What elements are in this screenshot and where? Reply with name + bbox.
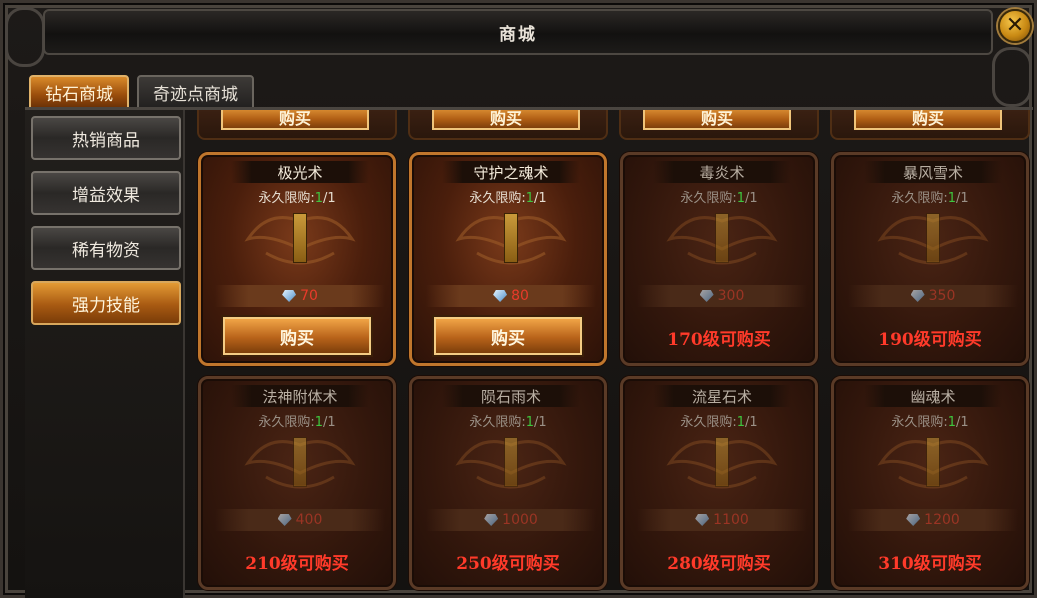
- skill-scroll-icon: [926, 437, 940, 487]
- diamond-icon: [484, 514, 499, 526]
- item-card: 法神附体术 永久限购:1/1 400 210级可购买: [198, 376, 396, 590]
- skill-scroll-icon: [715, 213, 729, 263]
- prev-row-card: 购买: [830, 110, 1030, 140]
- level-requirement: 170级可购买: [667, 330, 771, 350]
- level-requirement: 210级可购买: [245, 554, 349, 574]
- tab-diamond-shop[interactable]: 钻石商城: [29, 75, 129, 109]
- item-card: 幽魂术 永久限购:1/1 1200 310级可购买: [831, 376, 1029, 590]
- tab-bar: 钻石商城 奇迹点商城: [29, 75, 254, 109]
- diamond-icon: [695, 514, 710, 526]
- level-requirement: 190级可购买: [878, 330, 982, 350]
- sidebar-item-skills[interactable]: 强力技能: [31, 281, 181, 325]
- skill-scroll-icon: [293, 213, 307, 263]
- corner-ornament: [5, 7, 45, 67]
- prev-row-card: 购买: [619, 110, 819, 140]
- price-value: 80: [511, 288, 529, 304]
- sidebar-item-hot[interactable]: 热销商品: [31, 116, 181, 160]
- skill-scroll-icon: [715, 437, 729, 487]
- diamond-icon: [906, 514, 921, 526]
- buy-button[interactable]: 购买: [854, 110, 1002, 130]
- diamond-icon: [282, 290, 297, 302]
- buy-button[interactable]: 购买: [221, 110, 369, 130]
- item-name: 极光术: [231, 161, 369, 183]
- item-grid: 购买 购买 购买 购买 极光术 永久限购:1/1 70 购买 守护之魂术 永久限…: [189, 110, 1034, 598]
- prev-row-card: 购买: [408, 110, 608, 140]
- corner-ornament: [992, 47, 1032, 107]
- diamond-icon: [277, 514, 292, 526]
- price-bar: 1000: [426, 509, 596, 531]
- diamond-icon: [699, 290, 714, 302]
- window-title: 商城: [499, 24, 537, 45]
- close-icon: ✕: [1005, 13, 1025, 38]
- item-name: 守护之魂术: [442, 161, 580, 183]
- skill-scroll-icon: [926, 213, 940, 263]
- item-name: 流星石术: [653, 385, 791, 407]
- item-card: 暴风雪术 永久限购:1/1 350 190级可购买: [831, 152, 1029, 366]
- skill-scroll-icon: [293, 437, 307, 487]
- price-bar: 1200: [848, 509, 1018, 531]
- price-bar: 1100: [637, 509, 807, 531]
- buy-button[interactable]: 购买: [643, 110, 791, 130]
- skill-scroll-icon: [504, 437, 518, 487]
- sidebar-item-buffs[interactable]: 增益效果: [31, 171, 181, 215]
- price-value: 350: [928, 288, 956, 304]
- item-name: 暴风雪术: [864, 161, 1002, 183]
- shop-window: 商城 ✕ 钻石商城 奇迹点商城 热销商品 增益效果 稀有物资 强力技能 购买 购…: [0, 0, 1037, 598]
- prev-row-card: 购买: [197, 110, 397, 140]
- item-name: 幽魂术: [864, 385, 1002, 407]
- price-bar: 350: [848, 285, 1018, 307]
- item-name: 陨石雨术: [442, 385, 580, 407]
- price-value: 300: [717, 288, 745, 304]
- price-value: 70: [300, 288, 318, 304]
- buy-button[interactable]: 购买: [432, 110, 580, 130]
- close-button[interactable]: ✕: [998, 9, 1032, 43]
- price-value: 1000: [502, 512, 538, 528]
- item-card: 流星石术 永久限购:1/1 1100 280级可购买: [620, 376, 818, 590]
- price-bar: 80: [426, 285, 596, 307]
- sidebar-item-rare[interactable]: 稀有物资: [31, 226, 181, 270]
- tab-miracle-points-shop[interactable]: 奇迹点商城: [137, 75, 254, 109]
- item-card: 守护之魂术 永久限购:1/1 80 购买: [409, 152, 607, 366]
- price-value: 400: [295, 512, 323, 528]
- item-card: 毒炎术 永久限购:1/1 300 170级可购买: [620, 152, 818, 366]
- buy-button[interactable]: 购买: [223, 317, 371, 355]
- skill-scroll-icon: [504, 213, 518, 263]
- level-requirement: 310级可购买: [878, 554, 982, 574]
- price-bar: 70: [215, 285, 385, 307]
- buy-button[interactable]: 购买: [434, 317, 582, 355]
- item-card: 极光术 永久限购:1/1 70 购买: [198, 152, 396, 366]
- price-bar: 400: [215, 509, 385, 531]
- price-value: 1200: [924, 512, 960, 528]
- diamond-icon: [493, 290, 508, 302]
- level-requirement: 250级可购买: [456, 554, 560, 574]
- item-name: 法神附体术: [231, 385, 369, 407]
- diamond-icon: [910, 290, 925, 302]
- item-name: 毒炎术: [653, 161, 791, 183]
- level-requirement: 280级可购买: [667, 554, 771, 574]
- item-card: 陨石雨术 永久限购:1/1 1000 250级可购买: [409, 376, 607, 590]
- title-bar: 商城: [43, 9, 993, 55]
- price-bar: 300: [637, 285, 807, 307]
- price-value: 1100: [713, 512, 749, 528]
- sidebar: 热销商品 增益效果 稀有物资 强力技能: [25, 110, 185, 598]
